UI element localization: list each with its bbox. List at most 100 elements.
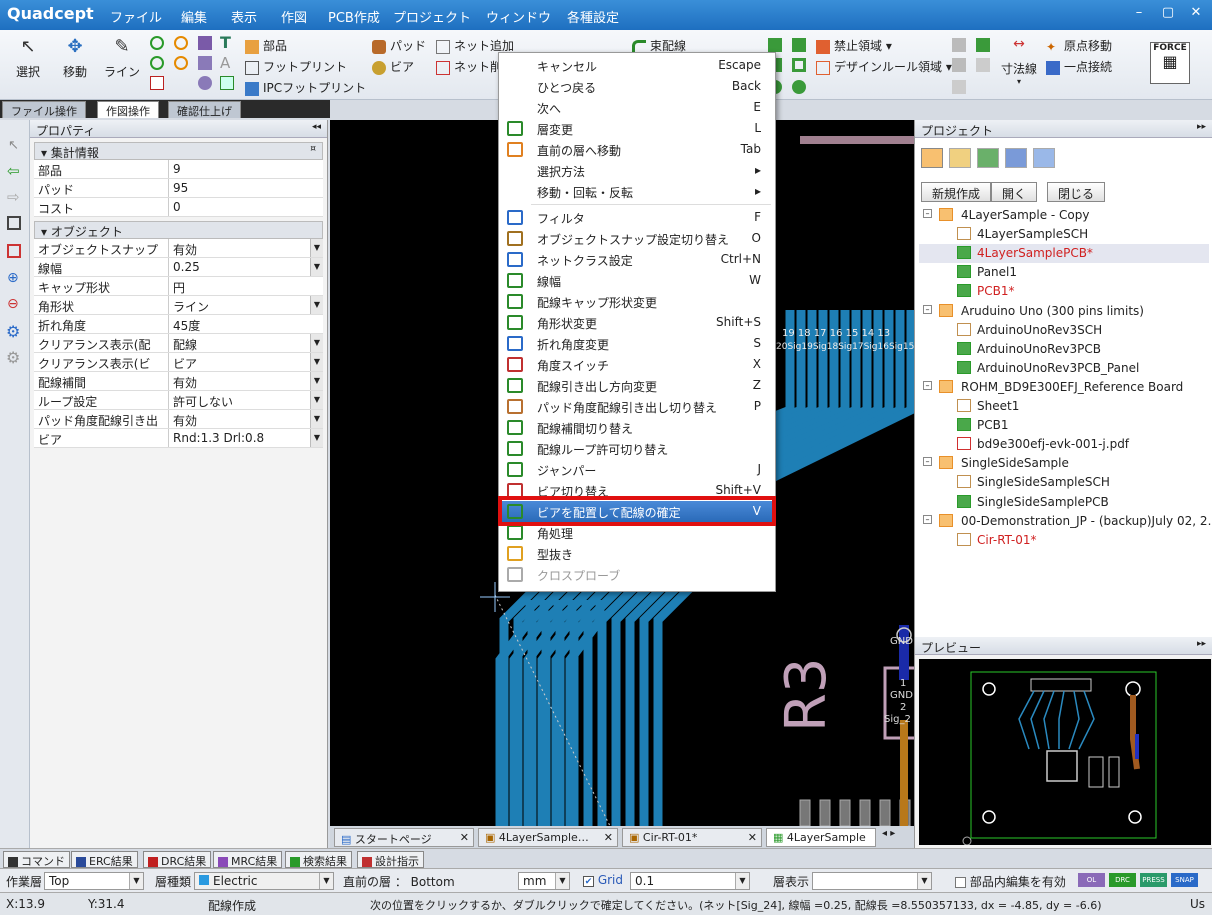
menu-item[interactable]: 配線引き出し方向変更 Z: [499, 375, 775, 396]
misc5-icon[interactable]: [952, 80, 966, 94]
tree-node[interactable]: SingleSideSamplePCB: [919, 493, 1209, 512]
status-badge[interactable]: SNAP: [1171, 873, 1198, 887]
footprint-button[interactable]: フットプリント: [245, 58, 347, 75]
tree-node[interactable]: ArduinoUnoRev3SCH: [919, 321, 1209, 340]
property-value[interactable]: 0.25 ▼: [169, 258, 323, 276]
project-icon[interactable]: [921, 148, 943, 168]
menu-item[interactable]: 移動・回転・反転 ▸: [499, 181, 775, 202]
forward-arrow-icon[interactable]: ⇨: [7, 188, 20, 206]
status-badge[interactable]: DRC: [1109, 873, 1136, 887]
rect-icon[interactable]: [198, 56, 212, 70]
tab-file-ops[interactable]: ファイル操作: [2, 101, 86, 118]
tree-node[interactable]: Sheet1: [919, 397, 1209, 416]
menu-item[interactable]: クロスプローブ: [499, 564, 775, 585]
select-button[interactable]: ↖ 選択: [8, 36, 48, 80]
property-value[interactable]: 45度: [169, 315, 323, 333]
dropdown-arrow-icon[interactable]: ▼: [310, 429, 323, 447]
tree-node[interactable]: PCB1*: [919, 282, 1209, 301]
part-edit-checkbox[interactable]: [955, 877, 966, 888]
copper1-icon[interactable]: [768, 38, 782, 52]
layer-display-select[interactable]: ▼: [812, 872, 932, 890]
menu-item[interactable]: ネットクラス設定 Ctrl+N: [499, 249, 775, 270]
property-value[interactable]: 有効 ▼: [169, 239, 323, 257]
menu-item[interactable]: フィルタ F: [499, 207, 775, 228]
menu-item[interactable]: 角度スイッチ X: [499, 354, 775, 375]
menu-item[interactable]: 配線キャップ形状変更: [499, 291, 775, 312]
tree-toggle-icon[interactable]: –: [923, 209, 932, 218]
ipc-footprint-button[interactable]: IPCフットプリント: [245, 79, 366, 96]
menu-item[interactable]: パッド角度配線引き出し切り替え P: [499, 396, 775, 417]
net-delete-button[interactable]: ネット削: [436, 58, 502, 75]
menu-window[interactable]: ウィンドウ: [486, 7, 551, 26]
dimension-button[interactable]: ↔ 寸法線 ▾: [1000, 36, 1038, 86]
doc-tab-pcb[interactable]: ▦ 4LayerSample: [766, 828, 876, 847]
tree-node[interactable]: ArduinoUnoRev3PCB_Panel: [919, 359, 1209, 378]
menu-item[interactable]: 次へ E: [499, 97, 775, 118]
line-button[interactable]: ✎ ライン: [102, 36, 142, 80]
output-tab[interactable]: 検索結果: [285, 851, 352, 868]
part-edit-toggle[interactable]: 部品内編集を有効: [955, 873, 1066, 890]
menu-item[interactable]: オブジェクトスナップ設定切り替え O: [499, 228, 775, 249]
tree-node[interactable]: Cir-RT-01*: [919, 531, 1209, 550]
circle2-icon[interactable]: [150, 36, 164, 50]
object-section-header[interactable]: ▾ オブジェクト: [34, 221, 323, 239]
tree-node[interactable]: Panel1: [919, 263, 1209, 282]
menu-item[interactable]: 層変更 L: [499, 118, 775, 139]
tree-node[interactable]: ArduinoUnoRev3PCB: [919, 340, 1209, 359]
menu-draw[interactable]: 作図: [281, 7, 307, 26]
dropdown-arrow-icon[interactable]: ▼: [310, 334, 323, 352]
one-point-button[interactable]: 一点接続: [1046, 58, 1112, 75]
doc-tab-start[interactable]: ▤ スタートページ ✕: [334, 828, 474, 847]
tree-node[interactable]: – SingleSideSample: [919, 454, 1209, 473]
save-icon[interactable]: [7, 216, 21, 230]
dropdown-arrow-icon[interactable]: ▼: [310, 353, 323, 371]
text-icon[interactable]: T: [220, 33, 231, 52]
tree-node[interactable]: – 4LayerSample - Copy: [919, 206, 1209, 225]
dropdown-arrow-icon[interactable]: ▼: [310, 372, 323, 390]
menu-item[interactable]: ひとつ戻る Back: [499, 76, 775, 97]
minimize-button[interactable]: –: [1130, 5, 1148, 20]
grid-checkbox[interactable]: ✔: [583, 876, 594, 887]
menu-item[interactable]: 角形状変更 Shift+S: [499, 312, 775, 333]
part-button[interactable]: 部品: [245, 37, 287, 54]
property-value[interactable]: ライン ▼: [169, 296, 323, 314]
collapse-icon[interactable]: ◂◂: [312, 122, 321, 132]
copper4-icon[interactable]: [792, 58, 806, 72]
property-value[interactable]: 有効 ▼: [169, 372, 323, 390]
close-tab-icon[interactable]: ✕: [604, 831, 613, 844]
dropdown-arrow-icon[interactable]: ▼: [310, 258, 323, 276]
property-value[interactable]: Rnd:1.3 Drl:0.8 ▼: [169, 429, 323, 447]
pointer-icon[interactable]: ↖: [8, 138, 19, 153]
menu-item[interactable]: 型抜き: [499, 543, 775, 564]
misc4-icon[interactable]: [976, 58, 990, 72]
tab-draw-ops[interactable]: 作図操作: [97, 101, 159, 118]
text-style-icon[interactable]: A: [220, 54, 230, 72]
doc-tab-sch[interactable]: ▣ 4LayerSample… ✕: [478, 828, 618, 847]
arc2-icon[interactable]: [174, 56, 188, 70]
output-tab[interactable]: ERC結果: [71, 851, 138, 868]
polygon-icon[interactable]: [198, 36, 212, 50]
new-project-button[interactable]: 新規作成: [921, 182, 992, 202]
filled-circle-icon[interactable]: [198, 76, 212, 90]
property-value[interactable]: ビア ▼: [169, 353, 323, 371]
tree-node[interactable]: – Aruduino Uno (300 pins limits): [919, 302, 1209, 321]
output-tab[interactable]: DRC結果: [143, 851, 212, 868]
doc-tab-cir[interactable]: ▣ Cir-RT-01* ✕: [622, 828, 762, 847]
menu-item[interactable]: 折れ角度変更 S: [499, 333, 775, 354]
menu-item[interactable]: キャンセル Escape: [499, 55, 775, 76]
close-button[interactable]: ✕: [1187, 5, 1205, 20]
work-layer-select[interactable]: Top ▼: [44, 872, 144, 890]
status-badge[interactable]: PRESS: [1140, 873, 1167, 887]
layers-icon[interactable]: [977, 148, 999, 168]
dropdown-arrow-icon[interactable]: ▼: [310, 239, 323, 257]
grid-view-icon[interactable]: [1033, 148, 1055, 168]
property-value[interactable]: 9: [169, 160, 323, 178]
summary-section-header[interactable]: ▾ 集計情報 ¤: [34, 142, 323, 160]
menu-pcb[interactable]: PCB作成: [328, 7, 380, 26]
tab-check-finish[interactable]: 確認仕上げ: [168, 101, 241, 118]
close-project-button[interactable]: 閉じる: [1047, 182, 1106, 202]
pad-button[interactable]: パッド: [372, 37, 426, 54]
force-button[interactable]: FORCE ▦: [1150, 42, 1190, 84]
open-project-button[interactable]: 開く: [991, 182, 1038, 202]
expand-icon[interactable]: ▸▸: [1197, 122, 1206, 132]
